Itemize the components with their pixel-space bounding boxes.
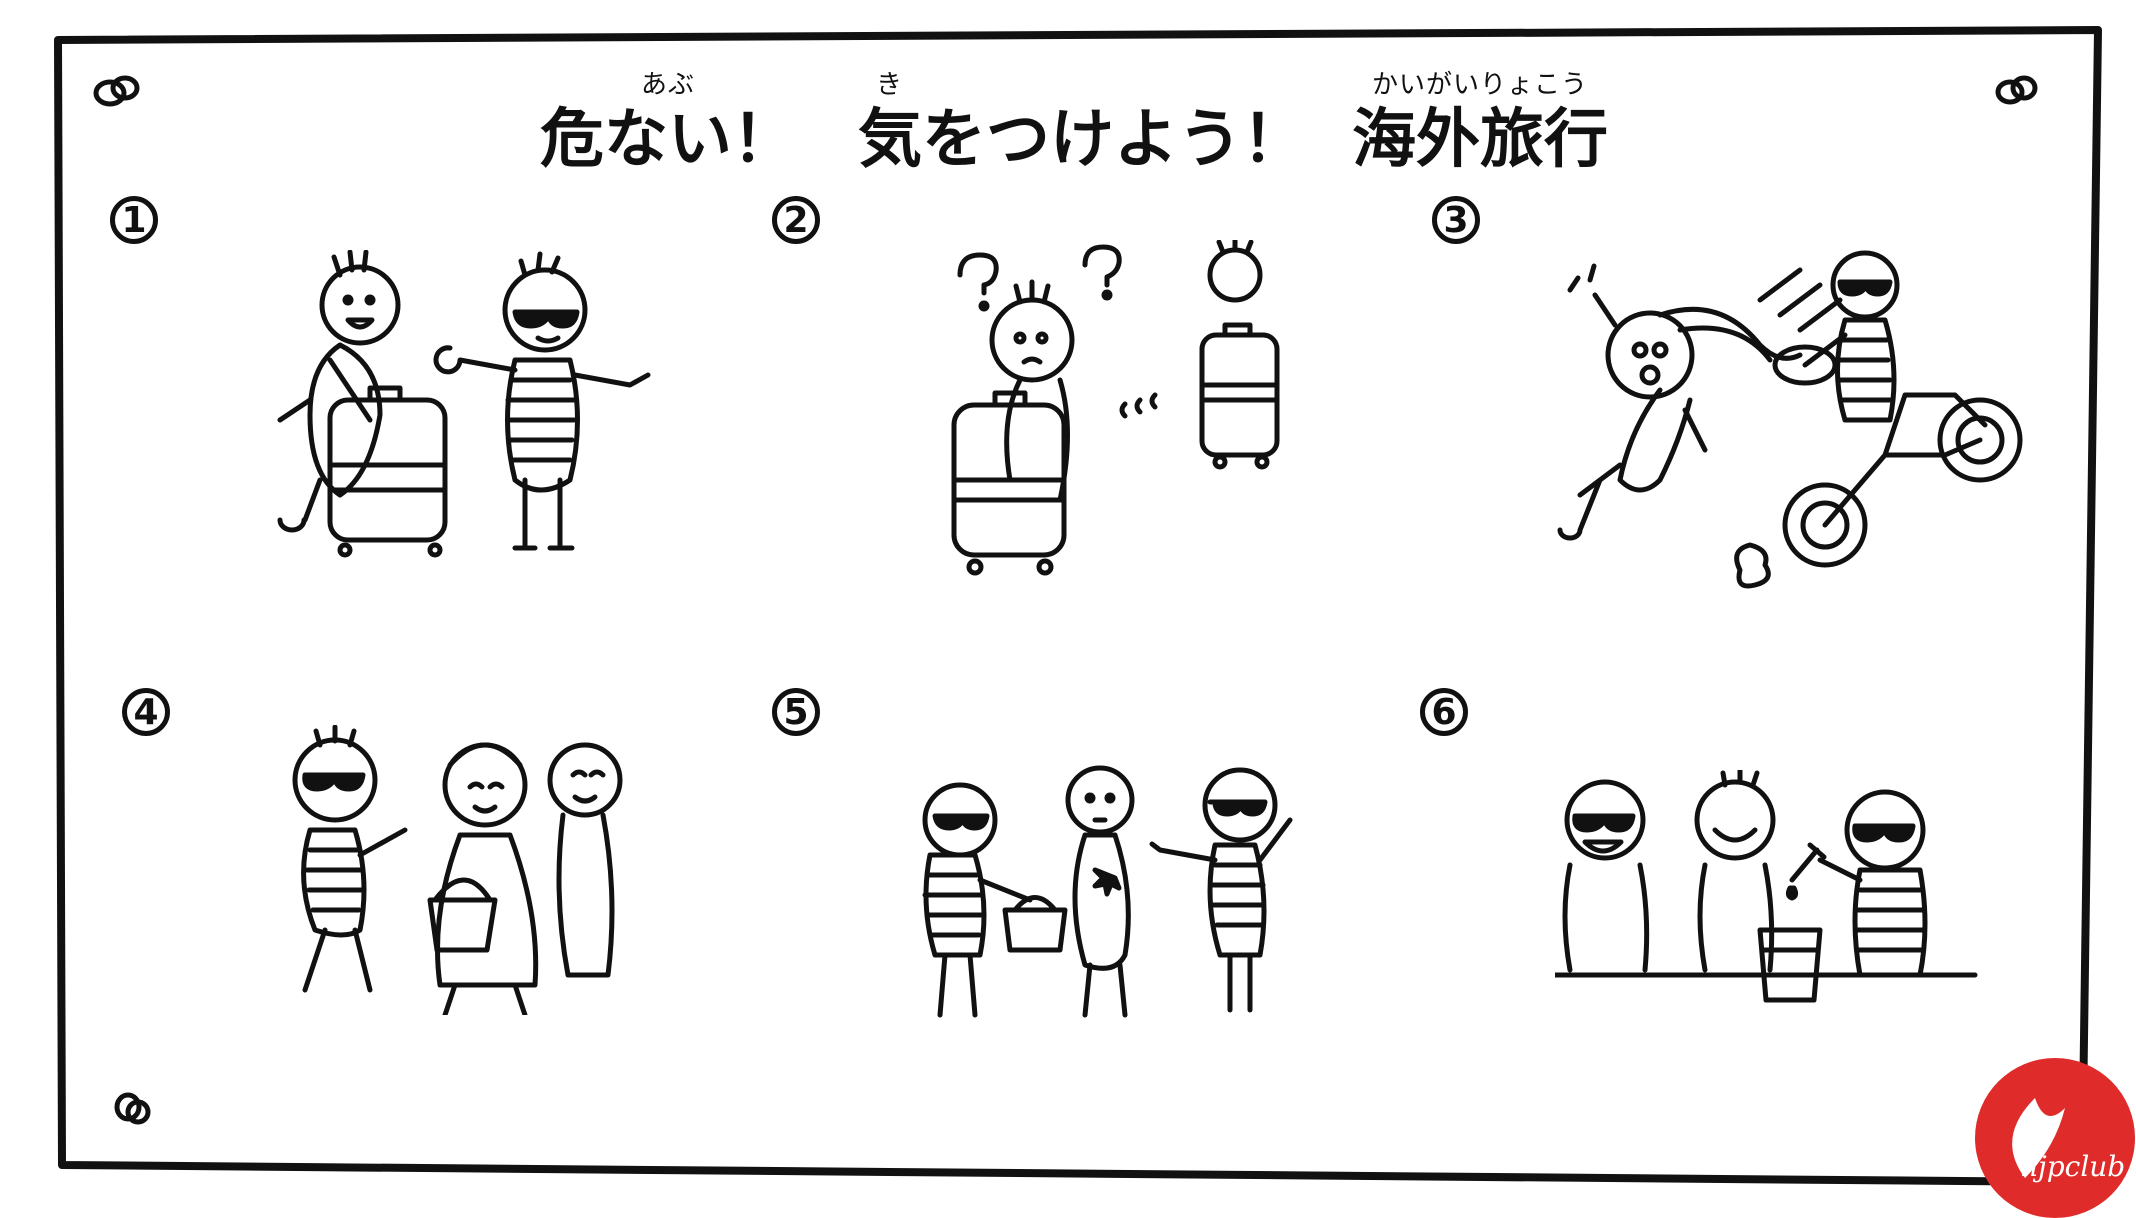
suitcase-icon	[327, 385, 448, 558]
panel-number-2: 2	[772, 196, 820, 244]
thief-sunglasses-figure	[433, 251, 651, 551]
pin-icon-bottom-left	[114, 1092, 151, 1125]
panel-illustration-5	[922, 765, 1293, 1018]
victim-stained-figure	[1065, 765, 1135, 1018]
pin-icon-top-right	[1995, 75, 2038, 105]
drink-spiker-sunglasses-man	[1817, 789, 1928, 978]
title-segment-caution: き 気をつけよう！	[858, 70, 1306, 180]
panel-illustration-4	[292, 725, 623, 1015]
title-segment-danger: あぶ 危ない！	[540, 70, 796, 180]
watermark-text: njpclub	[2020, 1150, 2126, 1183]
smiling-sunglasses-man	[1562, 779, 1650, 973]
motorcycle-icon	[1782, 392, 2023, 568]
title-ruby-danger: あぶ	[640, 70, 695, 100]
panel-number-1: 1	[110, 196, 158, 244]
victim-falling-figure	[1557, 263, 1708, 541]
poster-frame	[54, 26, 2102, 1186]
title-ruby-caution: き	[876, 70, 904, 100]
companion-figure	[547, 742, 623, 978]
panel-number-6: 6	[1420, 688, 1468, 736]
title-text-danger: 危ない！	[540, 103, 796, 177]
panel-number-3: 3	[1432, 196, 1480, 244]
njpclub-logo-badge	[1975, 1058, 2135, 1218]
panel-number-5: 5	[772, 688, 820, 736]
panel-illustration-3	[1557, 250, 2023, 589]
woman-with-basket-figure	[435, 742, 539, 1015]
dropper-icon	[1785, 842, 1827, 901]
motion-lines	[1119, 392, 1158, 419]
stolen-bag-icon	[1002, 895, 1068, 953]
title-text-overseas-travel: 海外旅行	[1352, 103, 1608, 177]
title-ruby-overseas-travel: かいがいりょこう	[1371, 70, 1588, 100]
panel-number-4: 4	[122, 688, 170, 736]
pickpocket-sunglasses-figure	[292, 725, 408, 993]
stain-mark	[1092, 867, 1122, 897]
panel-illustration-6	[1555, 770, 1978, 1003]
title-segment-overseas-travel: かいがいりょこう 海外旅行	[1352, 70, 1608, 180]
pin-icon-top-left	[93, 75, 140, 107]
panel-illustration-2	[951, 240, 1280, 576]
panel-illustration-1	[277, 250, 651, 558]
title-text-caution: 気をつけよう！	[858, 103, 1306, 177]
accomplice-left-figure	[922, 782, 1033, 1018]
exhaust-puff	[1734, 542, 1771, 589]
motorcycle-thief-figure	[1802, 250, 1900, 423]
walking-away-thief	[1199, 240, 1280, 470]
accomplice-pointing-figure	[1149, 767, 1293, 1013]
speed-lines	[1757, 267, 1843, 333]
